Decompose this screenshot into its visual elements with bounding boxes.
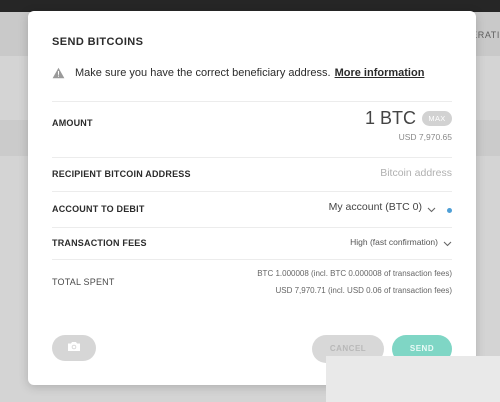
warning-notice: Make sure you have the correct beneficia… xyxy=(52,67,424,79)
amount-input[interactable]: 1 BTC xyxy=(365,108,416,129)
amount-row: AMOUNT 1 BTC MAX USD 7,970.65 xyxy=(52,101,452,157)
modal-title: SEND BITCOINS xyxy=(52,36,144,48)
account-selected-value: My account (BTC 0) xyxy=(328,201,422,213)
warning-triangle-icon xyxy=(52,67,65,79)
max-button[interactable]: MAX xyxy=(422,111,452,126)
total-row: TOTAL SPENT BTC 1.000008 (incl. BTC 0.00… xyxy=(52,259,452,307)
bitcoin-address-input[interactable] xyxy=(242,163,452,183)
more-information-link[interactable]: More information xyxy=(335,67,425,79)
total-btc-value: BTC 1.000008 (incl. BTC 0.000008 of tran… xyxy=(257,269,452,278)
total-usd-value: USD 7,970.71 (incl. USD 0.06 of transact… xyxy=(275,286,452,295)
camera-button[interactable] xyxy=(52,335,96,361)
recipient-label: RECIPIENT BITCOIN ADDRESS xyxy=(52,169,191,179)
account-label: ACCOUNT TO DEBIT xyxy=(52,204,145,214)
account-select[interactable]: My account (BTC 0) xyxy=(329,201,436,213)
amount-usd-value: USD 7,970.65 xyxy=(398,132,452,142)
fees-row: TRANSACTION FEES High (fast confirmation… xyxy=(52,227,452,259)
overlay-panel-corner xyxy=(326,356,500,402)
fees-selected-value: High (fast confirmation) xyxy=(350,237,438,247)
total-label: TOTAL SPENT xyxy=(52,277,115,287)
account-status-dot xyxy=(447,208,452,213)
chevron-down-icon xyxy=(443,239,452,247)
send-bitcoins-modal: SEND BITCOINS Make sure you have the cor… xyxy=(28,11,476,385)
warning-text: Make sure you have the correct beneficia… xyxy=(75,67,331,79)
fees-select[interactable]: High (fast confirmation) xyxy=(350,237,452,247)
camera-icon xyxy=(67,339,81,357)
chevron-down-icon xyxy=(427,204,436,213)
recipient-row: RECIPIENT BITCOIN ADDRESS xyxy=(52,157,452,191)
amount-label: AMOUNT xyxy=(52,118,93,128)
account-row: ACCOUNT TO DEBIT My account (BTC 0) xyxy=(52,191,452,227)
fees-label: TRANSACTION FEES xyxy=(52,238,147,248)
